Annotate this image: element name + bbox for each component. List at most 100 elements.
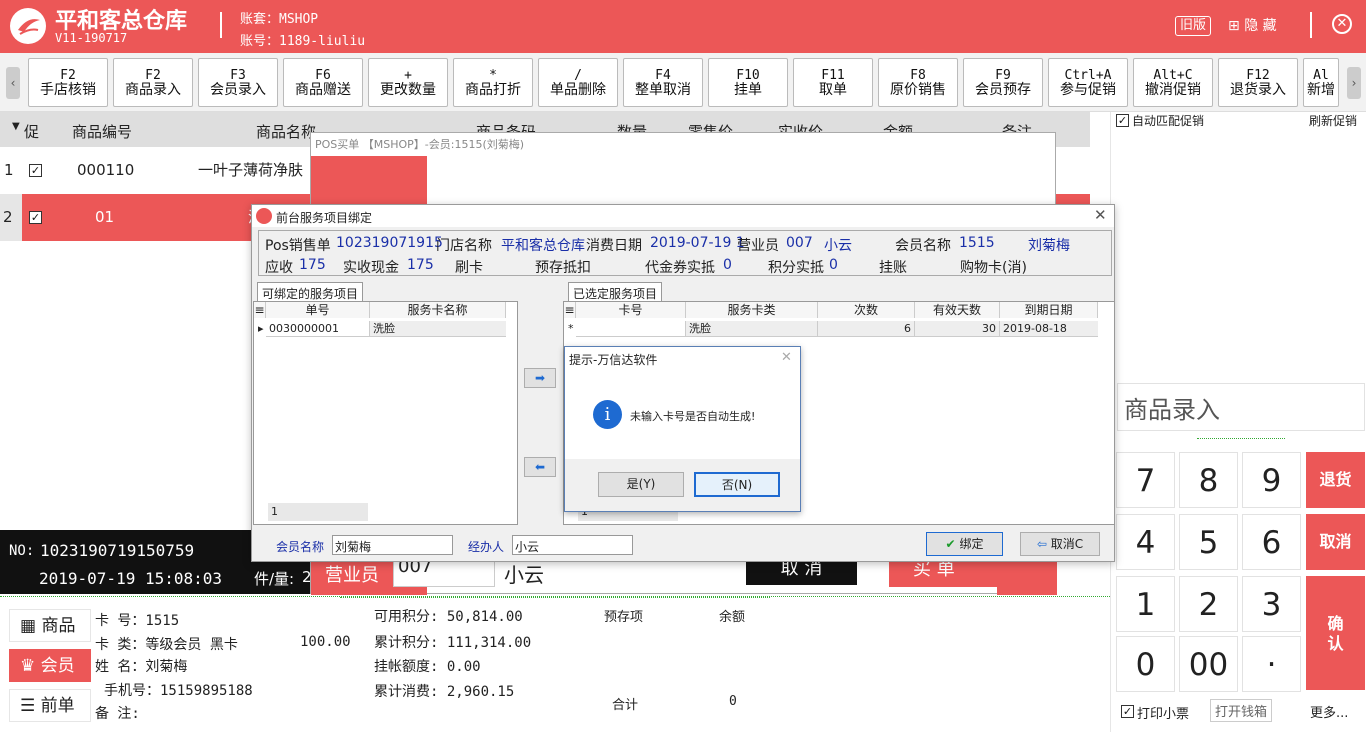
right-row-times[interactable]: 6 <box>818 321 915 337</box>
left-col-name: 服务卡名称 <box>370 302 506 318</box>
fkey-button-0[interactable]: F2 手店核销 <box>28 58 108 107</box>
tab-prev-order[interactable]: ☰ 前单 <box>9 689 91 722</box>
key-4[interactable]: 4 <box>1116 514 1175 570</box>
key-1[interactable]: 1 <box>1116 576 1175 632</box>
pos-window-title: POS买单 【MSHOP】-会员:1515(刘菊梅) <box>315 138 525 151</box>
key-5[interactable]: 5 <box>1179 514 1238 570</box>
right-row-type[interactable]: 洗脸 <box>686 321 818 337</box>
voucher-value: 0 <box>723 257 732 273</box>
key-9[interactable]: 9 <box>1242 452 1301 508</box>
key-8[interactable]: 8 <box>1179 452 1238 508</box>
cancel-dialog-button[interactable]: ⇦ 取消C <box>1020 532 1100 556</box>
store-label: 门店名称 <box>436 238 492 254</box>
crown-icon: ♛ <box>20 656 36 676</box>
key-3[interactable]: 3 <box>1242 576 1301 632</box>
pos-no-label: Pos销售单 <box>265 238 331 254</box>
dialog-info-panel: Pos销售单 102319071915 门店名称 平和客总仓库 消费日期 201… <box>258 230 1112 276</box>
member-name-value: 刘菊梅 <box>1028 238 1070 254</box>
move-right-button[interactable]: ➡ <box>524 368 556 388</box>
store-value: 平和客总仓库 <box>501 238 585 254</box>
member-label: 会员名称 <box>895 238 951 254</box>
fkey-button-9[interactable]: F11 取单 <box>793 58 873 107</box>
right-col-times: 次数 <box>818 302 915 318</box>
yes-button[interactable]: 是(Y) <box>598 472 684 497</box>
row-checkbox[interactable]: ✓ <box>29 211 42 224</box>
top-bar: 平和客总仓库 V11-190717 账套：MSHOP 账号：1189-liuli… <box>0 0 1366 53</box>
fkey-label: 会员录入 <box>210 82 266 98</box>
sales-label: 营业员 <box>737 238 779 254</box>
col-code: 商品编号 <box>72 123 133 141</box>
fkey-button-11[interactable]: F9 会员预存 <box>963 58 1043 107</box>
dialog-title: 前台服务项目绑定 <box>276 211 373 225</box>
msgbox-close-icon[interactable]: ✕ <box>781 350 792 365</box>
fkey-button-1[interactable]: F2 商品录入 <box>113 58 193 107</box>
qty-label: 件/量: <box>254 570 295 588</box>
right-row-card[interactable] <box>576 321 686 337</box>
tab-goods[interactable]: ▦ 商品 <box>9 609 91 642</box>
row-checkbox[interactable]: ✓ <box>29 164 42 177</box>
handler-field[interactable]: 小云 <box>512 535 633 555</box>
fkey-button-6[interactable]: / 单品删除 <box>538 58 618 107</box>
fkey-button-2[interactable]: F3 会员录入 <box>198 58 278 107</box>
fkey-button-8[interactable]: F10 挂单 <box>708 58 788 107</box>
right-row-days[interactable]: 30 <box>915 321 1000 337</box>
more-button[interactable]: 更多... <box>1310 702 1348 721</box>
left-row-name[interactable]: 洗脸 <box>370 321 506 337</box>
auto-promo-label: 自动匹配促销 <box>1132 114 1205 128</box>
bindable-services-grid: ≡ 单号 服务卡名称 ▸ 0030000001 洗脸 1 <box>253 301 518 525</box>
fkey-button-5[interactable]: * 商品打折 <box>453 58 533 107</box>
fkey-button-10[interactable]: F8 原价销售 <box>878 58 958 107</box>
salesperson-label: 营业员 <box>325 565 379 586</box>
fkey-button-13[interactable]: Alt+C 撤消促销 <box>1133 58 1213 107</box>
auto-promo-checkbox[interactable]: ✓ <box>1116 114 1129 127</box>
hide-button[interactable]: ⊞ 隐 藏 <box>1228 15 1277 35</box>
key-7[interactable]: 7 <box>1116 452 1175 508</box>
key-00[interactable]: 00 <box>1179 636 1238 692</box>
fkey-button-14[interactable]: F12 退货录入 <box>1218 58 1298 107</box>
scroll-left-icon[interactable]: ‹ <box>6 67 20 99</box>
key-2[interactable]: 2 <box>1179 576 1238 632</box>
right-row-expire[interactable]: 2019-08-18 <box>1000 321 1098 337</box>
member-name-field[interactable]: 刘菊梅 <box>332 535 453 555</box>
key-0[interactable]: 0 <box>1116 636 1175 692</box>
left-row-no[interactable]: 0030000001 <box>266 321 370 337</box>
cash-label: 实收现金 <box>343 260 399 276</box>
member-name: 姓 名：刘菊梅 <box>95 659 188 675</box>
key-dot[interactable]: · <box>1242 636 1301 692</box>
scroll-right-icon[interactable]: › <box>1347 67 1361 99</box>
row-number: 2 <box>0 194 22 241</box>
cancel-key-button[interactable]: 取消 <box>1306 514 1365 570</box>
move-left-button[interactable]: ⬅ <box>524 457 556 477</box>
fkey-label: 单品删除 <box>550 82 606 98</box>
fkey-shortcut: F10 <box>736 68 760 83</box>
key-6[interactable]: 6 <box>1242 514 1301 570</box>
tab-goods-label: 商品 <box>41 616 76 636</box>
points-label: 积分实抵 <box>768 260 824 276</box>
cash-value: 175 <box>407 257 434 273</box>
close-icon[interactable]: ✕ <box>1332 14 1352 34</box>
print-receipt-checkbox[interactable]: ✓ <box>1121 705 1134 718</box>
return-goods-button[interactable]: 退货 <box>1306 452 1365 508</box>
fkey-button-4[interactable]: + 更改数量 <box>368 58 448 107</box>
row-number: 1 <box>4 161 14 179</box>
sales-code: 007 <box>786 235 813 251</box>
confirm-button[interactable]: 确认 <box>1306 576 1365 690</box>
dialog-close-icon[interactable]: ✕ <box>1094 206 1107 224</box>
old-version-button[interactable]: 旧版 <box>1175 16 1212 36</box>
open-drawer-button[interactable]: 打开钱箱 <box>1210 699 1273 722</box>
refresh-promo-button[interactable]: 刷新促销 <box>1309 112 1357 129</box>
date-value: 2019-07-19 1 <box>650 235 745 251</box>
product-entry-input[interactable]: 商品录入 <box>1117 383 1365 431</box>
title-divider <box>220 12 222 38</box>
fkey-button-12[interactable]: Ctrl+A 参与促销 <box>1048 58 1128 107</box>
sort-arrow-icon: ▼ <box>12 121 20 132</box>
fkey-button-15[interactable]: Al 新增 <box>1303 58 1339 107</box>
tab-member[interactable]: ♛ 会员 <box>9 649 91 682</box>
print-receipt-label: 打印小票 <box>1137 707 1190 722</box>
fkey-button-7[interactable]: F4 整单取消 <box>623 58 703 107</box>
cancel-dialog-label: 取消C <box>1050 537 1084 551</box>
fkey-button-3[interactable]: F6 商品赠送 <box>283 58 363 107</box>
no-button[interactable]: 否(N) <box>694 472 780 497</box>
bind-button[interactable]: ✔ 绑定 <box>926 532 1003 556</box>
fkey-shortcut: / <box>574 68 582 83</box>
